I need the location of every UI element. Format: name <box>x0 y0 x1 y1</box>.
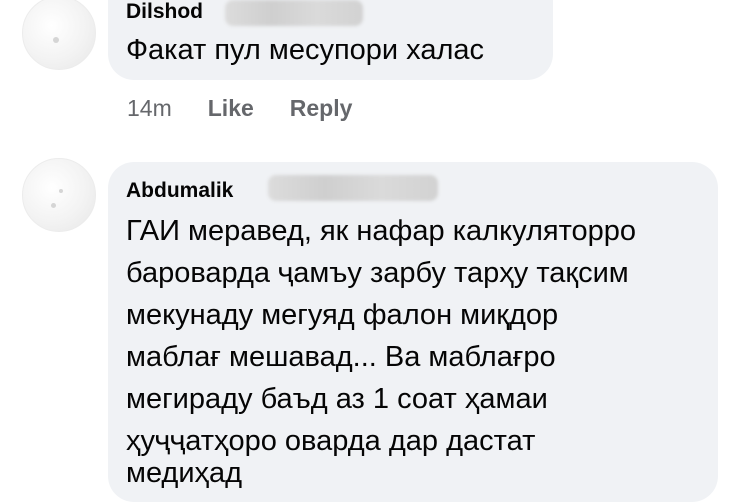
redacted-name <box>225 0 363 26</box>
comment-text: Факат пул месупори халас <box>126 34 485 66</box>
comment-author[interactable]: Abdumalik <box>126 179 233 203</box>
comment-line: ГАИ меравед, як нафар калкуляторро <box>126 215 637 247</box>
like-button[interactable]: Like <box>208 95 254 122</box>
comment-author[interactable]: Dilshod <box>126 0 203 24</box>
avatar-image-detail <box>51 203 56 208</box>
comment-timestamp[interactable]: 14m <box>127 95 172 122</box>
avatar-image-detail <box>53 37 59 43</box>
commenter-avatar[interactable] <box>22 158 96 232</box>
comment-line: мегираду баъд аз 1 соат ҳамаи <box>126 383 548 415</box>
comment-line: мекунаду мегуяд фалон миқдор <box>126 299 559 331</box>
avatar-image-detail <box>59 189 63 193</box>
reply-button[interactable]: Reply <box>290 95 353 122</box>
comment-actions: 14m Like Reply <box>127 91 388 125</box>
redacted-name <box>268 175 438 201</box>
commenter-avatar[interactable] <box>22 0 96 70</box>
comment-line: маблағ мешавад... Ва маблағро <box>126 341 556 373</box>
comment-line: бароварда ҷамъу зарбу тарҳу тақсим <box>126 257 629 289</box>
comment-line: медиҳад <box>126 457 243 489</box>
